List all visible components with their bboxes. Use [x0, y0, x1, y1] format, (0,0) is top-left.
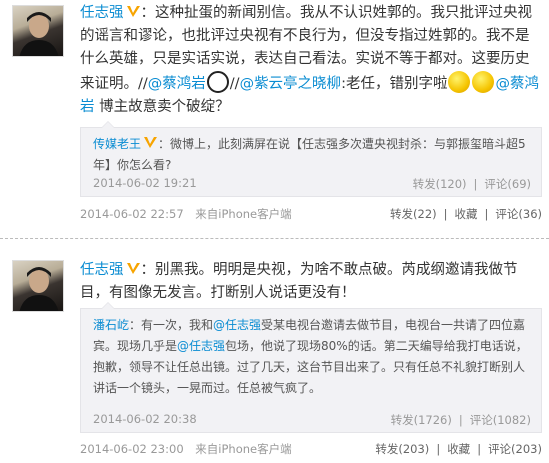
slash: //	[138, 76, 148, 92]
post-meta: 2014-06-02 22:57 来自iPhone客户端 转发(22) | 收藏 | 评…	[80, 206, 542, 222]
post-text: 任志强 ：这种扯蛋的新闻别信。我从不认识姓郭的。我只批评过央视的谣言和谬论，也批评…	[80, 2, 542, 119]
slash: //	[229, 76, 240, 92]
repost-comment-link[interactable]: 评论(69)	[484, 177, 531, 191]
repost-body: ：有一次，我和	[129, 318, 214, 332]
repost-text: 潘石屹：有一次，我和@任志强受某电视台邀请去做节目，电视台一共请了四位嘉宾。现场…	[93, 315, 533, 399]
repost-author-link[interactable]: 潘石屹	[93, 318, 129, 332]
mention-link[interactable]: @紫云亭之晓柳	[240, 76, 342, 92]
repost-stats: 转发(1726) | 评论(1082)	[391, 412, 531, 428]
post-divider	[0, 238, 549, 244]
verified-v-icon	[126, 6, 140, 17]
comment-link[interactable]: 评论(203)	[488, 442, 542, 456]
post-body-tail: 博主故意卖个破绽？	[94, 99, 230, 115]
verified-v-icon	[126, 263, 140, 274]
separator: |	[458, 413, 463, 427]
post-time[interactable]: 2014-06-02 23:00	[80, 442, 184, 456]
weibo-post: 任志强 ：别黑我。明明是央视，为啥不敢点破。芮成纲邀请我做节目，有图像无发言。打断…	[0, 245, 549, 463]
verified-v-icon	[144, 137, 158, 148]
mention-link[interactable]: @任志强	[177, 339, 225, 353]
separator: |	[443, 207, 448, 221]
repost-author-link[interactable]: 传媒老王	[93, 137, 141, 151]
author-link[interactable]: 任志强	[80, 262, 124, 278]
comment-link[interactable]: 评论(36)	[495, 207, 542, 221]
separator: |	[484, 207, 489, 221]
separator: |	[436, 442, 441, 456]
post-meta: 2014-06-02 23:00 来自iPhone客户端 转发(203) | 收藏 |…	[80, 441, 542, 457]
repost-arrow	[101, 302, 115, 309]
repost-comment-link[interactable]: 评论(1082)	[470, 413, 531, 427]
repost-text: 传媒老王 ：微博上，此刻满屏在说【任志强多次遭央视封杀：与郭振玺暗斗超5年】你怎么…	[93, 134, 533, 176]
post-body: ：别黑我。明明是央视，为啥不敢点破。芮成纲邀请我做节目，有图像无发言。打断别人说…	[80, 262, 518, 301]
repost-forward-link[interactable]: 转发(120)	[413, 177, 467, 191]
mention-link[interactable]: @蔡鸿岩	[148, 76, 206, 92]
repost-time[interactable]: 2014-06-02 20:38	[93, 412, 197, 426]
post-body-tail: :老任，错别字啦	[341, 76, 448, 92]
repost-stats: 转发(120) | 评论(69)	[413, 176, 531, 192]
favorite-link[interactable]: 收藏	[447, 442, 470, 456]
repost-arrow	[101, 121, 115, 128]
panda-emoji-icon	[206, 71, 229, 93]
post-source[interactable]: 来自iPhone客户端	[195, 207, 291, 221]
post-stats: 转发(22) | 收藏 | 评论(36)	[390, 206, 542, 222]
avatar[interactable]	[12, 5, 64, 57]
mention-link[interactable]: @任志强	[213, 318, 261, 332]
repost-body: ：微博上，此刻满屏在说【任志强多次遭央视封杀：与郭振玺暗斗超5年】你怎么看?	[93, 137, 526, 172]
post-text: 任志强 ：别黑我。明明是央视，为啥不敢点破。芮成纲邀请我做节目，有图像无发言。打断…	[80, 259, 542, 305]
post-stats: 转发(203) | 收藏 | 评论(203)	[375, 441, 542, 457]
forward-link[interactable]: 转发(203)	[375, 442, 429, 456]
grin-emoji-icon	[472, 71, 495, 93]
separator: |	[473, 177, 478, 191]
repost-time[interactable]: 2014-06-02 19:21	[93, 176, 197, 190]
post-source[interactable]: 来自iPhone客户端	[195, 442, 291, 456]
author-link[interactable]: 任志强	[80, 5, 124, 21]
favorite-link[interactable]: 收藏	[455, 207, 478, 221]
smile-emoji-icon	[448, 71, 471, 93]
repost-box: 潘石屹：有一次，我和@任志强受某电视台邀请去做节目，电视台一共请了四位嘉宾。现场…	[80, 302, 542, 433]
separator: |	[477, 442, 482, 456]
repost-box: 传媒老王 ：微博上，此刻满屏在说【任志强多次遭央视封杀：与郭振玺暗斗超5年】你怎么…	[80, 121, 542, 197]
forward-link[interactable]: 转发(22)	[390, 207, 437, 221]
repost-meta: 2014-06-02 20:38 转发(1726) | 评论(1082)	[93, 412, 531, 428]
avatar[interactable]	[12, 260, 64, 312]
repost-meta: 2014-06-02 19:21 转发(120) | 评论(69)	[93, 176, 531, 192]
weibo-post: 任志强 ：这种扯蛋的新闻别信。我从不认识姓郭的。我只批评过央视的谣言和谬论，也批评…	[0, 0, 549, 236]
post-time[interactable]: 2014-06-02 22:57	[80, 207, 184, 221]
repost-forward-link[interactable]: 转发(1726)	[391, 413, 452, 427]
